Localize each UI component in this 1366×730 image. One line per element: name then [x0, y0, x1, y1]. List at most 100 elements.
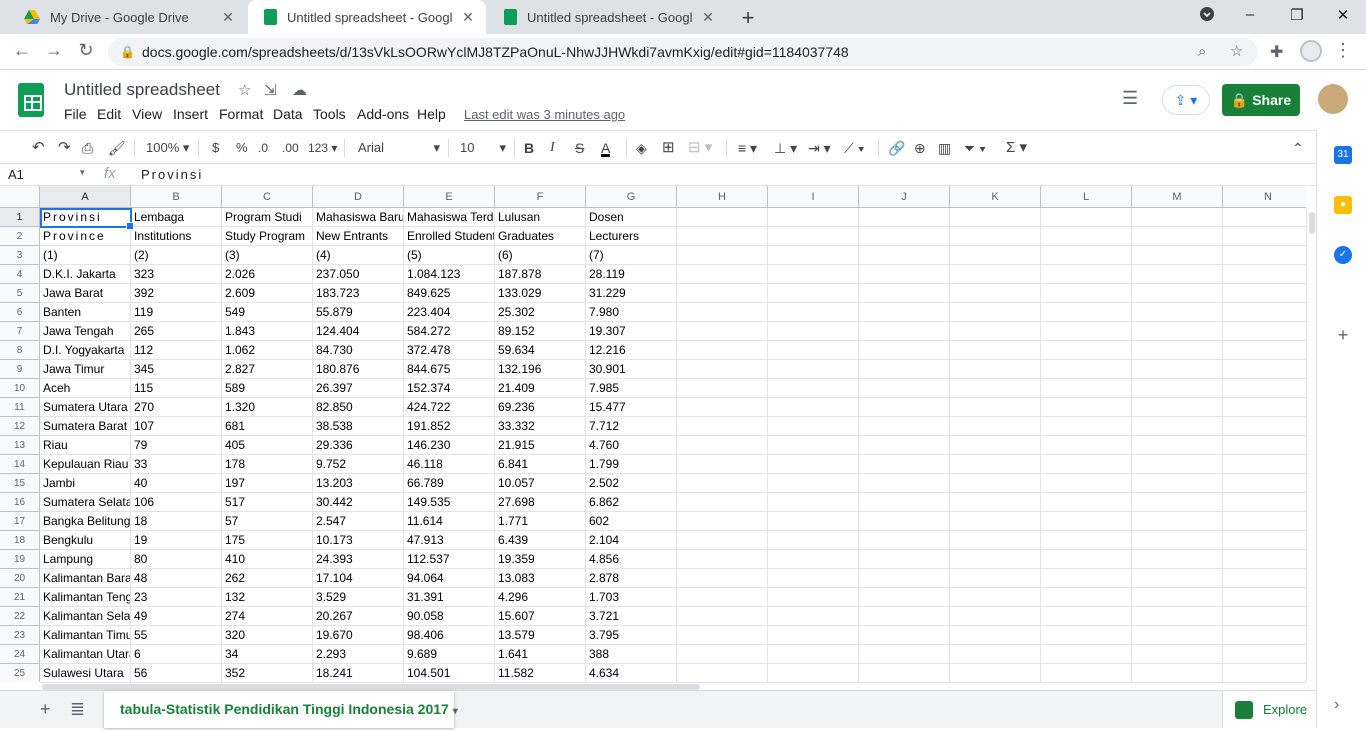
cell[interactable]: [1041, 645, 1132, 664]
bookmark-star-icon[interactable]: ☆: [1230, 38, 1243, 66]
cell[interactable]: [677, 531, 768, 550]
minimize-icon[interactable]: –: [1238, 6, 1262, 23]
cell[interactable]: [1132, 664, 1223, 682]
text-rotation-icon[interactable]: ⟋ ▾: [844, 139, 865, 157]
cell[interactable]: 4.634: [586, 664, 677, 682]
cell[interactable]: [859, 246, 950, 265]
cell[interactable]: [768, 322, 859, 341]
cell[interactable]: [859, 645, 950, 664]
expand-side-panel-icon[interactable]: ›: [1334, 696, 1339, 714]
cell[interactable]: 10.057: [495, 474, 586, 493]
cell[interactable]: 19.670: [313, 626, 404, 645]
cell[interactable]: 584.272: [404, 322, 495, 341]
cloud-status-icon[interactable]: ☁: [292, 81, 307, 99]
column-header-b[interactable]: B: [131, 186, 222, 208]
browser-tab-spreadsheet-active[interactable]: Untitled spreadsheet - Google Sh ✕: [248, 0, 486, 34]
cell[interactable]: [950, 531, 1041, 550]
row-header[interactable]: 22: [0, 607, 40, 626]
cell[interactable]: 40: [131, 474, 222, 493]
cell[interactable]: Program Studi: [222, 208, 313, 227]
collapse-menus-icon[interactable]: ⌃: [1292, 139, 1304, 157]
cell[interactable]: Riau: [40, 436, 131, 455]
keep-icon[interactable]: ●: [1334, 196, 1352, 214]
cell[interactable]: 4.856: [586, 550, 677, 569]
cell[interactable]: 55: [131, 626, 222, 645]
share-button[interactable]: 🔒 Share: [1222, 84, 1300, 116]
cell[interactable]: 47.913: [404, 531, 495, 550]
row-header[interactable]: 13: [0, 436, 40, 455]
cell[interactable]: [768, 360, 859, 379]
cell[interactable]: [1223, 246, 1306, 265]
cell[interactable]: [859, 588, 950, 607]
horizontal-scrollbar[interactable]: [40, 682, 1306, 690]
cell[interactable]: [1132, 455, 1223, 474]
bold-button[interactable]: B: [524, 139, 534, 157]
cell[interactable]: [859, 341, 950, 360]
cell[interactable]: 410: [222, 550, 313, 569]
row-header[interactable]: 10: [0, 379, 40, 398]
cell[interactable]: (3): [222, 246, 313, 265]
cell[interactable]: [950, 379, 1041, 398]
cell[interactable]: [1223, 379, 1306, 398]
cell[interactable]: 7.985: [586, 379, 677, 398]
cell[interactable]: [950, 227, 1041, 246]
cell[interactable]: 13.083: [495, 569, 586, 588]
cell[interactable]: [1041, 569, 1132, 588]
cell[interactable]: 55.879: [313, 303, 404, 322]
cell[interactable]: [1132, 284, 1223, 303]
cell[interactable]: [1041, 512, 1132, 531]
cell[interactable]: 46.118: [404, 455, 495, 474]
cell[interactable]: 31.391: [404, 588, 495, 607]
cell[interactable]: 24.393: [313, 550, 404, 569]
cell[interactable]: 133.029: [495, 284, 586, 303]
cell[interactable]: [677, 588, 768, 607]
spreadsheet-grid[interactable]: A B C D E F G H I J K L M N 1 Provinsi Lembaga Program St…: [0, 186, 1306, 682]
cell[interactable]: [1041, 246, 1132, 265]
row-header[interactable]: 9: [0, 360, 40, 379]
cell[interactable]: [768, 398, 859, 417]
cell[interactable]: 119: [131, 303, 222, 322]
cell[interactable]: 405: [222, 436, 313, 455]
cell[interactable]: [1041, 436, 1132, 455]
cell[interactable]: Kalimantan Barat: [40, 569, 131, 588]
cell[interactable]: 56: [131, 664, 222, 682]
cell[interactable]: [677, 322, 768, 341]
cell[interactable]: Sumatera Utara: [40, 398, 131, 417]
cell[interactable]: [677, 284, 768, 303]
cell[interactable]: [859, 569, 950, 588]
cell[interactable]: [950, 436, 1041, 455]
row-header[interactable]: 23: [0, 626, 40, 645]
row-header[interactable]: 20: [0, 569, 40, 588]
cell[interactable]: [677, 398, 768, 417]
row-header[interactable]: 6: [0, 303, 40, 322]
cell[interactable]: [859, 607, 950, 626]
close-tab-icon[interactable]: ✕: [460, 9, 476, 26]
cell[interactable]: [1132, 360, 1223, 379]
strikethrough-button[interactable]: S: [575, 139, 584, 157]
cell[interactable]: [950, 626, 1041, 645]
cell[interactable]: 2.547: [313, 512, 404, 531]
more-formats-button[interactable]: 123 ▾: [308, 139, 337, 157]
cell[interactable]: [1223, 417, 1306, 436]
cell[interactable]: 180.876: [313, 360, 404, 379]
cell[interactable]: [677, 341, 768, 360]
cell[interactable]: 223.404: [404, 303, 495, 322]
italic-button[interactable]: I: [550, 139, 555, 157]
cell[interactable]: [950, 607, 1041, 626]
cell[interactable]: 11.582: [495, 664, 586, 682]
cell[interactable]: 237.050: [313, 265, 404, 284]
cell[interactable]: [768, 512, 859, 531]
cell[interactable]: 191.852: [404, 417, 495, 436]
cell[interactable]: Graduates: [495, 227, 586, 246]
cell[interactable]: 6: [131, 645, 222, 664]
cell[interactable]: 1.799: [586, 455, 677, 474]
cell[interactable]: [1132, 322, 1223, 341]
all-sheets-icon[interactable]: ≣: [70, 699, 85, 720]
cell[interactable]: 274: [222, 607, 313, 626]
cell[interactable]: [1223, 664, 1306, 682]
cell[interactable]: [1132, 436, 1223, 455]
font-size-select[interactable]: 10 ▾: [460, 139, 506, 157]
cell[interactable]: [950, 493, 1041, 512]
cell[interactable]: 98.406: [404, 626, 495, 645]
star-icon[interactable]: ☆: [238, 81, 251, 99]
